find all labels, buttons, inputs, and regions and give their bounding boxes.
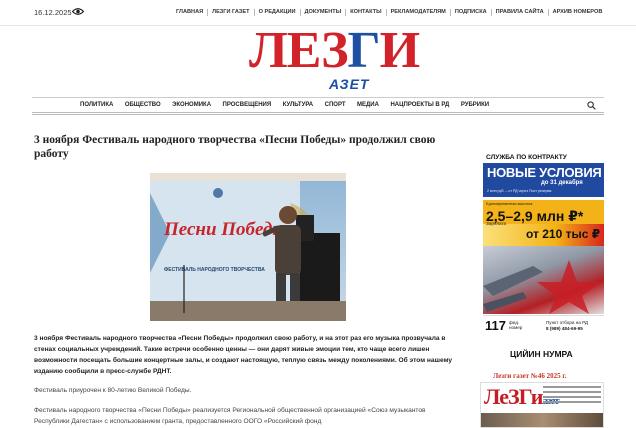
top-nav-lezgi-gazet[interactable]: ЛЕЗГИ ГАЗЕТ — [208, 9, 255, 16]
nav-society[interactable]: ОБЩЕСТВО — [125, 102, 161, 108]
current-issue-link[interactable]: Лезги газет №46 2025 г. — [493, 372, 567, 380]
nav-culture[interactable]: КУЛЬТУРА — [283, 102, 313, 108]
cover-text-lines — [543, 386, 601, 406]
ad-salary-block: Зарплата от 210 тыс ₽ — [483, 221, 604, 246]
ad-image — [483, 246, 604, 314]
top-nav-rules[interactable]: ПРАВИЛА САЙТА — [492, 9, 549, 16]
svg-text:Песни Победы: Песни Победы — [163, 219, 286, 240]
nav-education[interactable]: ПРОСВЕЩЕНИЯ — [223, 102, 272, 108]
logo-subtitle: АЗЕТ — [329, 76, 370, 92]
nav-national-projects[interactable]: НАЦПРОЕКТЫ В РД — [390, 102, 449, 108]
top-nav-contacts[interactable]: КОНТАКТЫ — [346, 9, 387, 16]
logo-wordmark: ЛЕЗГИ — [249, 22, 420, 79]
svg-text:ФЕСТИВАЛЬ НАРОДНОГО ТВОРЧЕСТВА: ФЕСТИВАЛЬ НАРОДНОГО ТВОРЧЕСТВА — [164, 267, 265, 273]
ad-contacts: 117 фед. номер Пункт отбора на РД 8 (989) … — [483, 315, 604, 335]
eye-icon[interactable] — [72, 7, 84, 16]
article-paragraph: Фестиваль народного творчества «Песни По… — [34, 407, 426, 425]
article-lead: 3 ноября Фестиваль народного творчества … — [34, 335, 453, 375]
nav-politics[interactable]: ПОЛИТИКА — [80, 102, 113, 108]
article-paragraph: Фестиваль приурочен к 80-летию Великой П… — [34, 387, 192, 394]
contract-service-ad[interactable]: СЛУЖБА ПО КОНТРАКТУ НОВЫЕ УСЛОВИЯ до 31 … — [477, 152, 604, 336]
main-nav: ПОЛИТИКА ОБЩЕСТВО ЭКОНОМИКА ПРОСВЕЩЕНИЯ … — [32, 97, 604, 115]
nav-economy[interactable]: ЭКОНОМИКА — [172, 102, 211, 108]
top-nav-home[interactable]: ГЛАВНАЯ — [172, 9, 209, 16]
top-nav-advertisers[interactable]: РЕКЛАМОДАТЕЛЯМ — [387, 9, 451, 16]
page: 16.12.2025 ГЛАВНАЯ ЛЕЗГИ ГАЗЕТ О РЕДАКЦИ… — [0, 0, 636, 428]
top-nav-about[interactable]: О РЕДАКЦИИ — [255, 9, 301, 16]
site-logo[interactable]: ЛЕЗГИ АЗЕТ — [249, 25, 420, 94]
top-nav-documents[interactable]: ДОКУМЕНТЫ — [301, 9, 347, 16]
current-issue-cover[interactable]: ЛеЗГиазет — [480, 382, 604, 428]
current-issue-heading: ЦИЙИН НУМРА — [510, 349, 573, 359]
nav-rubrics[interactable]: РУБРИКИ — [461, 102, 489, 108]
cover-photo-strip — [481, 413, 603, 427]
nav-media[interactable]: МЕДИА — [357, 102, 379, 108]
article-photo: Песни Победы ФЕСТИВАЛЬ НАРОДНОГО ТВОРЧЕС… — [150, 173, 346, 321]
search-icon[interactable] — [587, 101, 596, 110]
top-nav-archive[interactable]: АРХИВ НОМЕРОВ — [549, 9, 607, 16]
nav-sport[interactable]: СПОРТ — [325, 102, 346, 108]
top-nav-subscription[interactable]: ПОДПИСКА — [451, 9, 492, 16]
ad-blue-banner: НОВЫЕ УСЛОВИЯ до 31 декабря 2 млн руб. –… — [483, 163, 604, 197]
ad-heading: СЛУЖБА ПО КОНТРАКТУ — [486, 154, 567, 161]
current-date: 16.12.2025 — [34, 8, 72, 17]
article-title: 3 ноября Фестиваль народного творчества … — [34, 134, 436, 160]
top-nav: ГЛАВНАЯ ЛЕЗГИ ГАЗЕТ О РЕДАКЦИИ ДОКУМЕНТЫ… — [172, 9, 606, 16]
